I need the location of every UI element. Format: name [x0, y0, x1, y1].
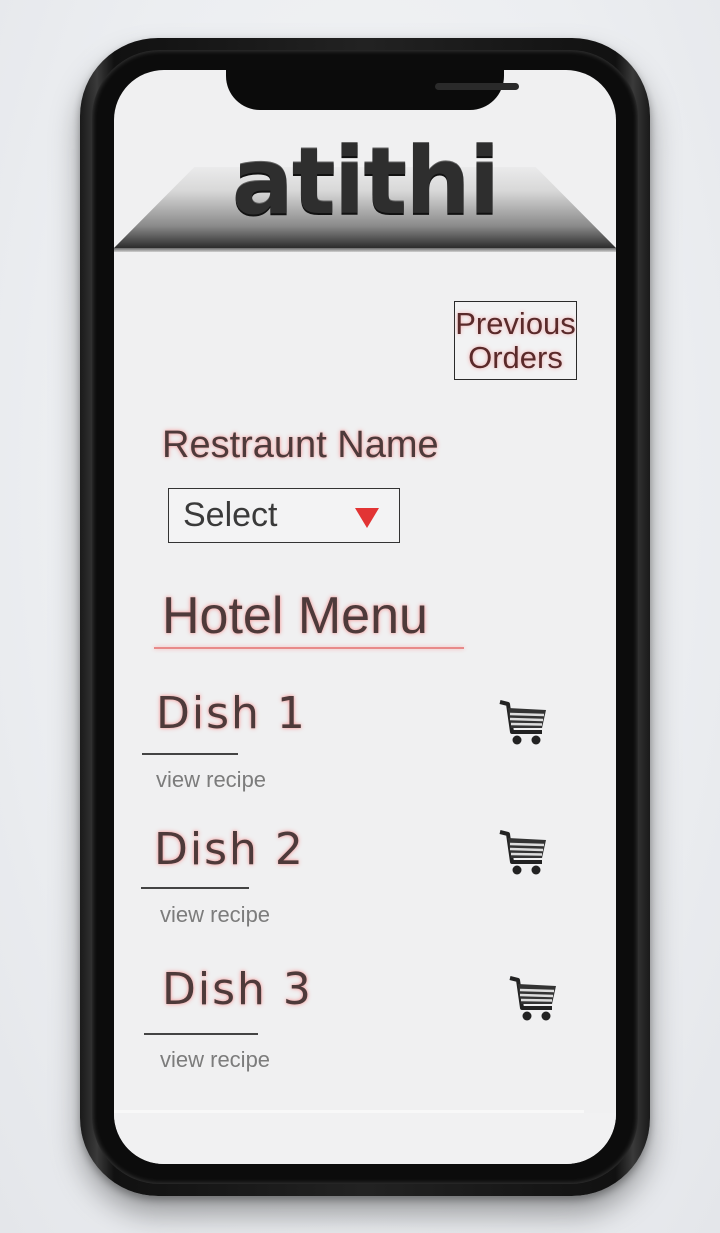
- phone-notch: [226, 70, 519, 110]
- dish-name: Dish 3: [162, 964, 313, 1015]
- hotel-menu-title: Hotel Menu: [162, 587, 428, 645]
- phone-frame: atithi Previous Orders Restraunt Name Se…: [80, 38, 650, 1196]
- restaurant-name-label: Restraunt Name: [162, 424, 439, 466]
- app-logo: atithi: [231, 128, 501, 235]
- dish-divider: [142, 753, 238, 755]
- dish-name: Dish 2: [154, 824, 305, 875]
- view-recipe-link[interactable]: view recipe: [156, 767, 266, 793]
- previous-orders-button[interactable]: Previous Orders: [454, 301, 577, 380]
- dropdown-arrow-icon: [355, 508, 379, 528]
- view-recipe-link[interactable]: view recipe: [160, 1047, 270, 1073]
- shopping-cart-icon[interactable]: [496, 696, 550, 750]
- view-recipe-link[interactable]: view recipe: [160, 902, 270, 928]
- speaker-grille: [435, 83, 519, 90]
- previous-orders-label: Previous Orders: [455, 305, 576, 375]
- dish-divider: [141, 887, 249, 889]
- shopping-cart-icon[interactable]: [506, 972, 560, 1026]
- shopping-cart-icon[interactable]: [496, 826, 550, 880]
- screen-bottom-area: [114, 1113, 616, 1164]
- app-header: atithi: [114, 136, 616, 252]
- phone-screen: atithi Previous Orders Restraunt Name Se…: [114, 70, 616, 1164]
- restaurant-select[interactable]: Select: [168, 488, 400, 543]
- hotel-menu-underline: [154, 647, 464, 649]
- dish-name: Dish 1: [156, 688, 307, 739]
- header-divider: [114, 248, 616, 252]
- restaurant-select-value: Select: [183, 496, 278, 534]
- dish-divider: [144, 1033, 258, 1035]
